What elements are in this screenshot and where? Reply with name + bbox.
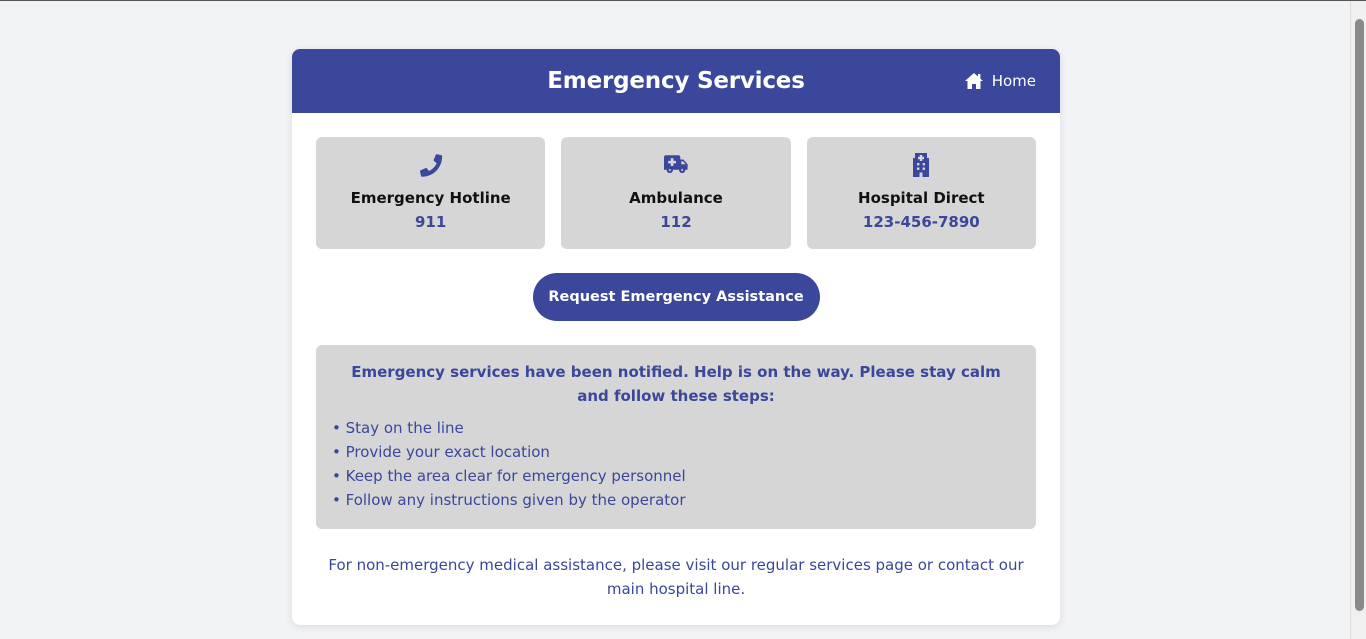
contact-label: Emergency Hotline: [350, 189, 511, 207]
phone-icon: [419, 154, 442, 177]
ambulance-icon: [663, 155, 688, 173]
home-link-label: Home: [991, 72, 1036, 90]
home-icon: [964, 73, 983, 89]
contact-number: 112: [660, 213, 692, 231]
contact-number: 123-456-7890: [862, 213, 980, 231]
contact-label: Hospital Direct: [858, 189, 985, 207]
contact-card-ambulance[interactable]: Ambulance 112: [561, 137, 791, 249]
non-emergency-note: For non-emergency medical assistance, pl…: [328, 556, 1024, 598]
list-item: • Keep the area clear for emergency pers…: [332, 467, 686, 485]
emergency-card: Emergency Services Home Emergency Hotlin…: [292, 49, 1060, 625]
page-title: Emergency Services: [547, 68, 805, 94]
contact-list: Emergency Hotline 911 Ambulance 112 Hosp…: [292, 113, 1060, 249]
contact-label: Ambulance: [629, 189, 723, 207]
notification-message: Emergency services have been notified. H…: [351, 363, 1001, 405]
home-link[interactable]: Home: [964, 49, 1036, 113]
contact-card-hospital[interactable]: Hospital Direct 123-456-7890: [806, 137, 1036, 249]
contact-number: 911: [415, 213, 447, 231]
list-item: • Provide your exact location: [332, 443, 550, 461]
request-assistance-button[interactable]: Request Emergency Assistance: [532, 273, 820, 321]
list-item: • Stay on the line: [332, 419, 464, 437]
list-item: • Follow any instructions given by the o…: [332, 491, 686, 509]
page-header: Emergency Services Home: [292, 49, 1060, 113]
steps-list: • Stay on the line • Provide your exact …: [332, 416, 1020, 512]
hospital-icon: [913, 153, 930, 177]
notification-panel: Emergency services have been notified. H…: [316, 345, 1036, 529]
scrollbar-thumb[interactable]: [1355, 19, 1364, 611]
scrollbar[interactable]: [1350, 1, 1366, 639]
contact-card-hotline[interactable]: Emergency Hotline 911: [316, 137, 546, 249]
